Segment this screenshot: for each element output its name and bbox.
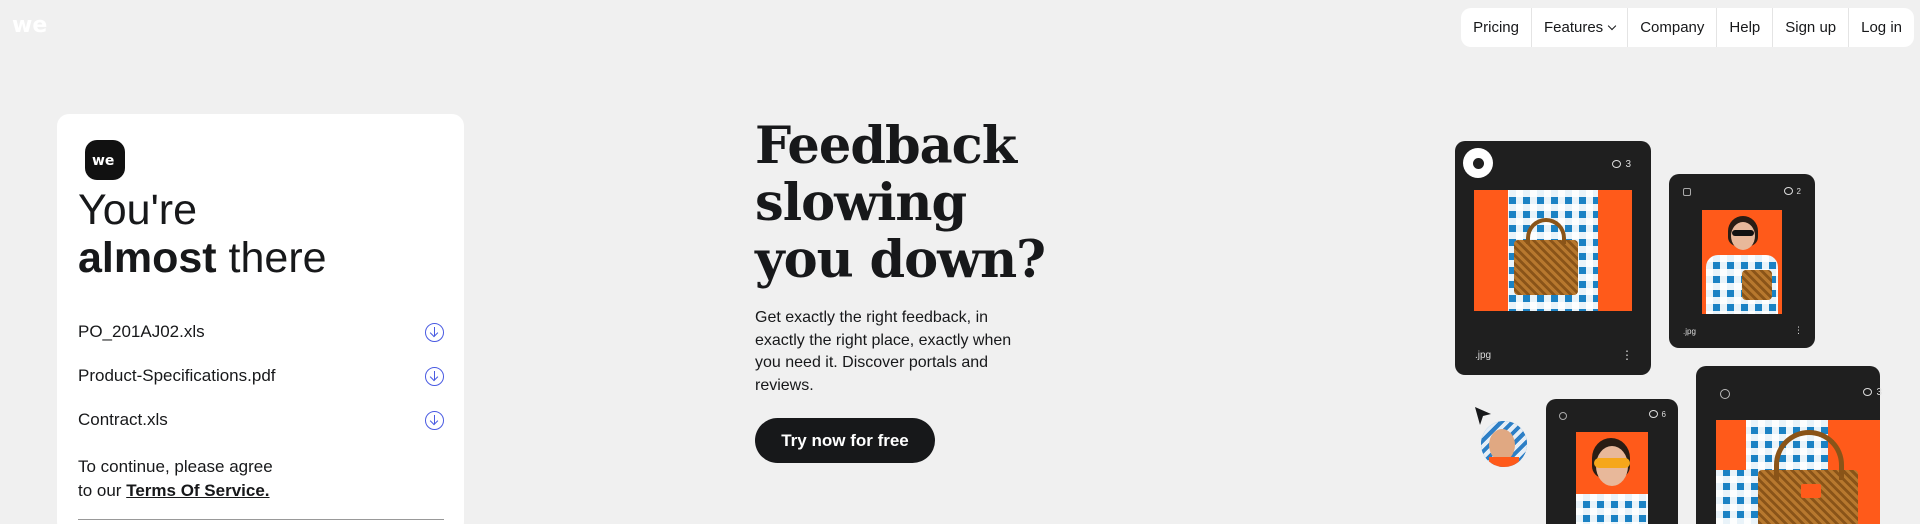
photo-basket-closeup: [1716, 420, 1880, 524]
photo-portrait: [1702, 210, 1782, 314]
chevron-down-icon: [1607, 21, 1617, 30]
image-tile: 6: [1546, 399, 1678, 524]
avatar: [1481, 421, 1527, 467]
nav-log-in[interactable]: Log in: [1849, 8, 1914, 47]
svg-text:we: we: [12, 13, 47, 36]
nav-sign-up[interactable]: Sign up: [1773, 8, 1850, 47]
comment-icon: [1648, 410, 1658, 418]
terms-agreement: To continue, please agree to our Terms O…: [78, 457, 273, 500]
photo-sunglasses: [1576, 432, 1648, 524]
more-icon[interactable]: ⋮: [1794, 324, 1803, 336]
terms-link[interactable]: Terms Of Service.: [126, 481, 269, 500]
file-list: PO_201AJ02.xls Product-Specifications.pd…: [78, 310, 444, 442]
top-nav: Pricing Features Company Help Sign up Lo…: [1461, 8, 1914, 47]
more-icon[interactable]: ⋮: [1621, 349, 1633, 361]
comment-icon: [1863, 388, 1873, 396]
file-item: PO_201AJ02.xls: [78, 310, 444, 354]
file-name: PO_201AJ02.xls: [78, 322, 205, 341]
file-item: Contract.xls: [78, 398, 444, 442]
hero-headline: Feedback slowing you down?: [755, 116, 1046, 290]
image-tile: 2 .jpg ⋮: [1669, 174, 1815, 348]
download-icon[interactable]: [425, 410, 444, 430]
transfer-card: we You're almost there PO_201AJ02.xls Pr…: [57, 114, 464, 524]
image-tile: 3: [1696, 366, 1882, 524]
approved-badge-icon: [1720, 389, 1730, 399]
photo-basket: [1474, 190, 1632, 311]
file-item: Product-Specifications.pdf: [78, 354, 444, 398]
approved-badge-icon: [1559, 412, 1567, 420]
comment-icon: [1612, 160, 1622, 168]
nav-features[interactable]: Features: [1532, 8, 1629, 47]
download-icon[interactable]: [425, 322, 444, 342]
hero-subtext: Get exactly the right feedback, in exact…: [755, 309, 1012, 394]
download-icon[interactable]: [425, 366, 444, 386]
approved-badge-icon: [1683, 188, 1691, 196]
image-tile: 3 .jpg ⋮: [1455, 141, 1651, 375]
nav-help[interactable]: Help: [1717, 8, 1774, 47]
svg-text:we: we: [92, 153, 114, 168]
try-now-button[interactable]: Try now for free: [755, 418, 935, 463]
divider: [78, 519, 444, 520]
card-title: You're almost there: [78, 186, 327, 282]
nav-company[interactable]: Company: [1628, 8, 1718, 47]
file-name: Contract.xls: [78, 410, 168, 429]
wetransfer-logo[interactable]: we: [12, 12, 58, 36]
file-name: Product-Specifications.pdf: [78, 366, 276, 385]
we-logo-icon: we: [85, 140, 125, 180]
approved-badge-icon: [1463, 148, 1493, 178]
comment-icon: [1783, 187, 1793, 195]
nav-pricing[interactable]: Pricing: [1461, 8, 1532, 47]
